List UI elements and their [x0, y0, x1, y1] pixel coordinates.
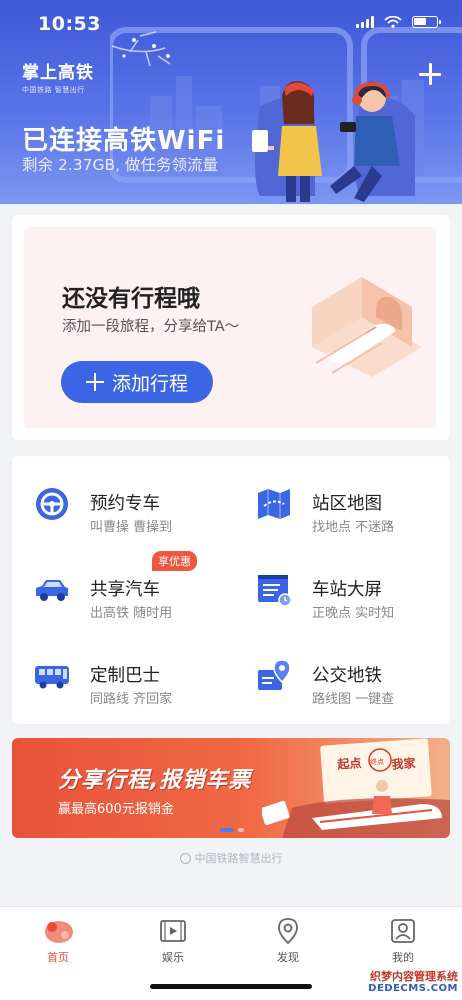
header-banner: 10:53 掌上高铁 中国铁路 智慧出行 已连接高铁WiFi 剩余 2.37GB…	[0, 0, 462, 204]
service-transit[interactable]: 公交地铁 路线图 一键查	[234, 638, 444, 708]
home-icon	[45, 921, 73, 943]
tab-profile[interactable]: 我的	[363, 913, 443, 973]
banner-title: 分享行程,报销车票	[58, 768, 252, 793]
carousel-dot	[238, 828, 244, 832]
status-bar: 10:53	[0, 0, 462, 46]
status-icons	[356, 16, 441, 28]
trip-card: 还没有行程哦 添加一段旅程，分享给TA～ 添加行程	[12, 215, 450, 440]
banner-stamp-text: 终点	[370, 757, 384, 766]
brand-tagline: 中国铁路 智慧出行	[22, 86, 85, 94]
rail-logo-icon	[179, 852, 191, 864]
tunnel-train-illustration	[312, 277, 422, 377]
banner-subtitle: 赢最高600元报销金	[58, 802, 174, 817]
train-passengers-illustration	[110, 27, 462, 202]
banner-sign-text: 起点	[336, 755, 362, 772]
service-subtitle: 出高铁 随时用	[90, 606, 173, 621]
service-subtitle: 同路线 齐回家	[90, 692, 173, 707]
footer-note: 中国铁路智慧出行	[0, 850, 462, 867]
wifi-data-remaining[interactable]: 剩余 2.37GB, 做任务领流量	[22, 153, 218, 175]
screen-icon	[258, 575, 292, 607]
add-trip-label: 添加行程	[111, 372, 188, 395]
service-title: 预约专车	[90, 494, 160, 514]
tab-discover[interactable]: 发现	[248, 913, 328, 973]
services-grid: 预约专车 叫曹操 曹操到 站区地图 找地点 不迷路 共享汽车 出高铁 随时用 享…	[12, 456, 450, 724]
tab-label: 娱乐	[162, 951, 184, 964]
watermark-line: 织梦内容管理系统	[370, 969, 458, 983]
plus-icon	[85, 373, 104, 391]
service-title: 站区地图	[312, 494, 382, 514]
service-subtitle: 叫曹操 曹操到	[90, 520, 173, 535]
wifi-status-title[interactable]: 已连接高铁WiFi	[22, 120, 225, 157]
banner-sign-text: 我家	[391, 755, 417, 772]
wifi-icon	[384, 16, 402, 28]
trip-empty-title: 还没有行程哦	[62, 286, 200, 312]
tab-label: 我的	[392, 951, 414, 964]
service-station-map[interactable]: 站区地图 找地点 不迷路	[234, 466, 444, 536]
carousel-dots	[220, 828, 244, 832]
service-title: 公交地铁	[312, 666, 382, 686]
brand-name: 掌上高铁	[22, 63, 94, 83]
discount-badge: 享优惠	[152, 551, 197, 571]
location-icon	[258, 659, 291, 690]
promo-banner[interactable]: 起点 我家 终点 分享行程,报销车票 赢最高600元报销金	[12, 738, 450, 838]
service-title: 车站大屏	[312, 580, 382, 600]
home-indicator	[150, 984, 312, 989]
tab-home[interactable]: 首页	[18, 913, 98, 973]
tab-label: 发现	[277, 951, 299, 964]
footer-note-text: 中国铁路智慧出行	[194, 852, 283, 865]
watermark-line: DEDECMS.COM	[368, 983, 458, 994]
location-pin-icon	[278, 918, 298, 945]
trip-empty-subtitle: 添加一段旅程，分享给TA～	[62, 319, 240, 335]
service-custom-bus[interactable]: 定制巴士 同路线 齐回家	[12, 638, 222, 708]
service-subtitle: 正晚点 实时知	[312, 606, 395, 621]
tab-entertainment[interactable]: 娱乐	[133, 913, 213, 973]
trip-empty-state: 还没有行程哦 添加一段旅程，分享给TA～ 添加行程	[24, 227, 436, 428]
profile-icon	[391, 919, 415, 943]
steering-wheel-icon	[36, 488, 68, 520]
carousel-dot-active	[220, 828, 234, 832]
service-title: 定制巴士	[90, 666, 160, 686]
status-time: 10:53	[38, 13, 101, 35]
bus-icon	[35, 666, 69, 689]
tab-label: 首页	[47, 951, 69, 964]
app-logo: 掌上高铁 中国铁路 智慧出行	[22, 58, 94, 95]
service-subtitle: 路线图 一键查	[312, 692, 395, 707]
plus-icon[interactable]	[418, 62, 442, 86]
battery-icon	[412, 16, 441, 28]
car-icon	[36, 580, 68, 601]
play-icon	[160, 920, 186, 942]
add-trip-button[interactable]: 添加行程	[61, 361, 213, 403]
signal-icon	[356, 16, 374, 28]
service-title: 共享汽车	[90, 580, 160, 600]
promo-train-illustration: 起点 我家 终点	[262, 738, 450, 838]
map-icon	[258, 489, 290, 519]
service-book-car[interactable]: 预约专车 叫曹操 曹操到	[12, 466, 222, 536]
watermark: 织梦内容管理系统 DEDECMS.COM	[348, 969, 458, 994]
service-subtitle: 找地点 不迷路	[312, 520, 395, 535]
service-station-screen[interactable]: 车站大屏 正晚点 实时知	[234, 552, 444, 622]
